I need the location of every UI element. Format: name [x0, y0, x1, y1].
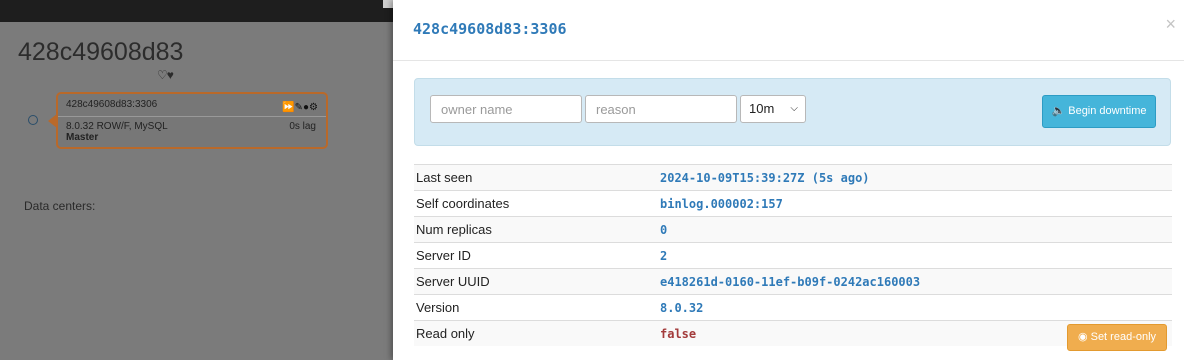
owner-name-input[interactable] [430, 95, 582, 123]
close-icon[interactable]: × [1165, 14, 1176, 35]
instance-node-card[interactable]: 428c49608d83:3306 ⏩✎●⚙ 8.0.32 ROW/F, MyS… [56, 92, 328, 149]
row-value: 0 [658, 216, 1172, 243]
read-only-cell: false ◉ Set read-only [658, 320, 1172, 351]
navbar-item[interactable] [383, 0, 393, 8]
duration-value: 10m [749, 101, 775, 116]
row-value: 2 [658, 242, 1172, 269]
instance-lag: 0s lag [289, 121, 316, 132]
begin-downtime-button[interactable]: 🔈 Begin downtime [1042, 95, 1156, 128]
instance-info-table: Last seen 2024-10-09T15:39:27Z (5s ago) … [414, 164, 1172, 351]
modal-title: 428c49608d83:3306 [413, 20, 567, 38]
volume-off-icon: 🔈 [1051, 105, 1066, 117]
row-value: 8.0.32 [658, 294, 1172, 321]
row-value: 2024-10-09T15:39:27Z (5s ago) [658, 164, 1172, 191]
table-row: Self coordinates binlog.000002:157 [414, 190, 1172, 217]
row-key: Num replicas [414, 216, 658, 243]
duration-select[interactable]: 10m ⌵ [740, 95, 806, 123]
table-row: Read only false ◉ Set read-only [414, 320, 1172, 351]
table-row: Last seen 2024-10-09T15:39:27Z (5s ago) [414, 164, 1172, 191]
instance-modal: 428c49608d83:3306 × 10m ⌵ 🔈 Begin downti… [393, 0, 1184, 360]
row-key: Self coordinates [414, 190, 658, 217]
topology-node-dot[interactable] [28, 115, 38, 125]
begin-downtime-label: Begin downtime [1068, 105, 1147, 117]
cluster-title: 428c49608d83 [18, 38, 184, 66]
row-value: binlog.000002:157 [658, 190, 1172, 217]
table-row: Server ID 2 [414, 242, 1172, 269]
data-centers-label: Data centers: [24, 199, 96, 213]
instance-role: Master [66, 132, 99, 143]
table-row: Num replicas 0 [414, 216, 1172, 243]
node-actions-icon[interactable]: ⏩✎●⚙ [282, 97, 318, 119]
instance-node-name: 428c49608d83:3306 [66, 99, 158, 110]
row-key: Server ID [414, 242, 658, 269]
row-value: e418261d-0160-11ef-b09f-0242ac160003 [658, 268, 1172, 295]
table-row: Version 8.0.32 [414, 294, 1172, 321]
instance-node-header: 428c49608d83:3306 ⏩✎●⚙ [58, 94, 326, 117]
table-row: Server UUID e418261d-0160-11ef-b09f-0242… [414, 268, 1172, 295]
instance-node-body: 8.0.32 ROW/F, MySQL 0s lag Master [58, 117, 326, 147]
set-read-only-button[interactable]: ◉ Set read-only [1067, 324, 1167, 351]
row-key: Read only [414, 320, 658, 346]
row-key: Last seen [414, 164, 658, 191]
favorite-hearts-icon[interactable]: ♡♥ [157, 68, 174, 82]
modal-header: 428c49608d83:3306 × [393, 0, 1184, 61]
chevron-down-icon: ⌵ [790, 103, 798, 114]
row-key: Version [414, 294, 658, 321]
instance-version: 8.0.32 ROW/F, MySQL [66, 121, 168, 132]
row-key: Server UUID [414, 268, 658, 295]
read-only-value: false [660, 326, 697, 341]
downtime-panel: 10m ⌵ 🔈 Begin downtime [414, 78, 1171, 146]
reason-input[interactable] [585, 95, 737, 123]
